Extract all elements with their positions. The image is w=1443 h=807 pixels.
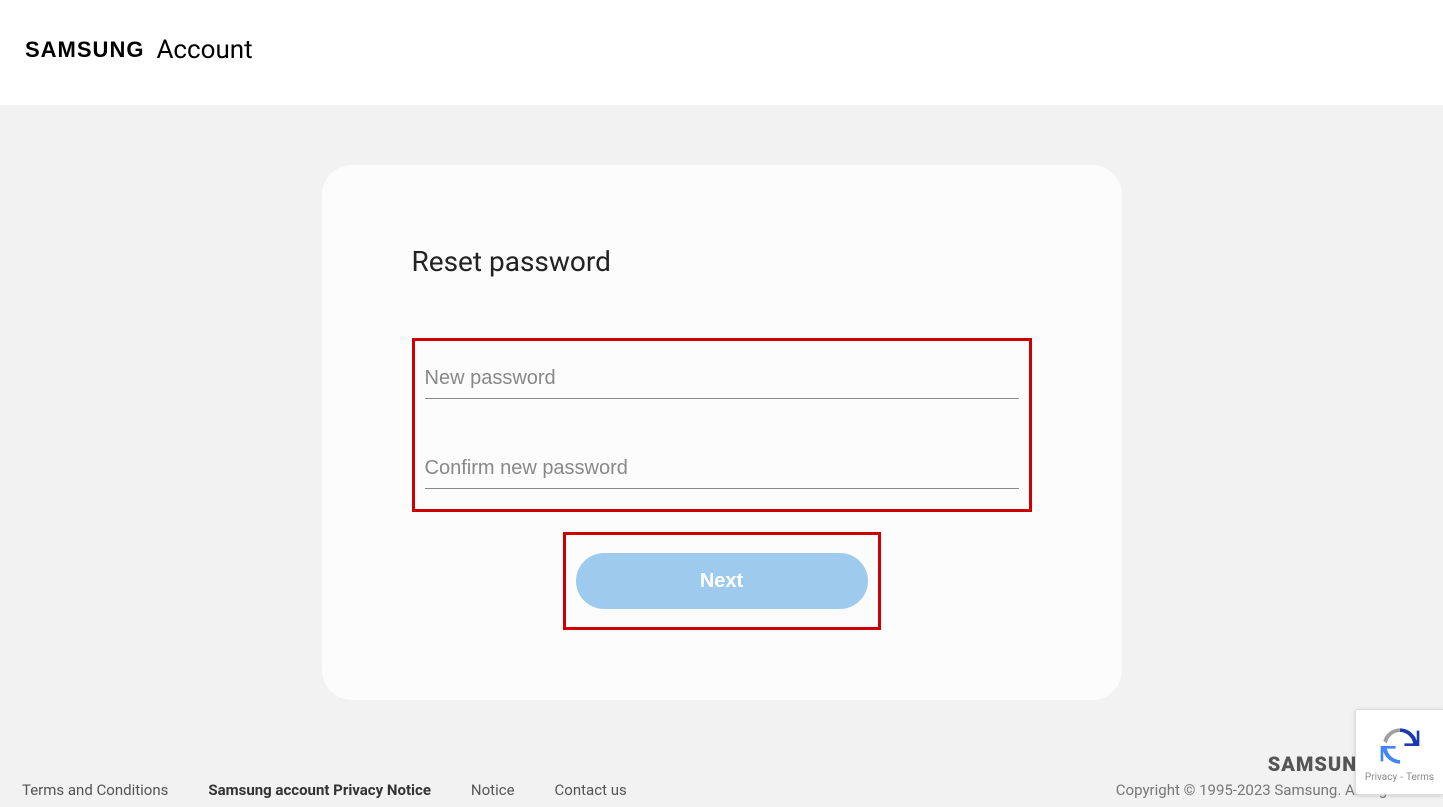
footer-link-notice[interactable]: Notice: [471, 781, 515, 799]
recaptcha-terms-link[interactable]: Terms: [1406, 772, 1434, 783]
confirm-password-group: [425, 449, 1019, 489]
logo[interactable]: SAMSUNG Account: [25, 35, 1418, 65]
new-password-group: [425, 359, 1019, 399]
recaptcha-badge[interactable]: Privacy - Terms: [1355, 709, 1443, 795]
brand-logo-text: SAMSUNG: [25, 37, 144, 63]
recaptcha-icon: [1378, 724, 1422, 768]
confirm-password-input[interactable]: [425, 449, 1019, 489]
footer-link-terms[interactable]: Terms and Conditions: [22, 781, 168, 799]
main-area: Reset password Next: [0, 105, 1443, 807]
header: SAMSUNG Account: [0, 0, 1443, 105]
app-name: Account: [156, 35, 252, 65]
next-button-highlight: Next: [563, 532, 881, 630]
footer-link-contact[interactable]: Contact us: [555, 781, 627, 799]
recaptcha-links: Privacy - Terms: [1365, 772, 1434, 783]
footer-links: Terms and Conditions Samsung account Pri…: [22, 781, 627, 799]
recaptcha-privacy-link[interactable]: Privacy: [1365, 772, 1397, 783]
footer: Terms and Conditions Samsung account Pri…: [0, 740, 1443, 807]
next-button[interactable]: Next: [576, 553, 868, 609]
recaptcha-dash: -: [1400, 772, 1403, 783]
reset-password-card: Reset password Next: [322, 165, 1122, 700]
footer-link-privacy[interactable]: Samsung account Privacy Notice: [208, 781, 431, 799]
password-fields-highlight: [412, 338, 1032, 512]
card-title: Reset password: [412, 245, 1032, 278]
new-password-input[interactable]: [425, 359, 1019, 399]
